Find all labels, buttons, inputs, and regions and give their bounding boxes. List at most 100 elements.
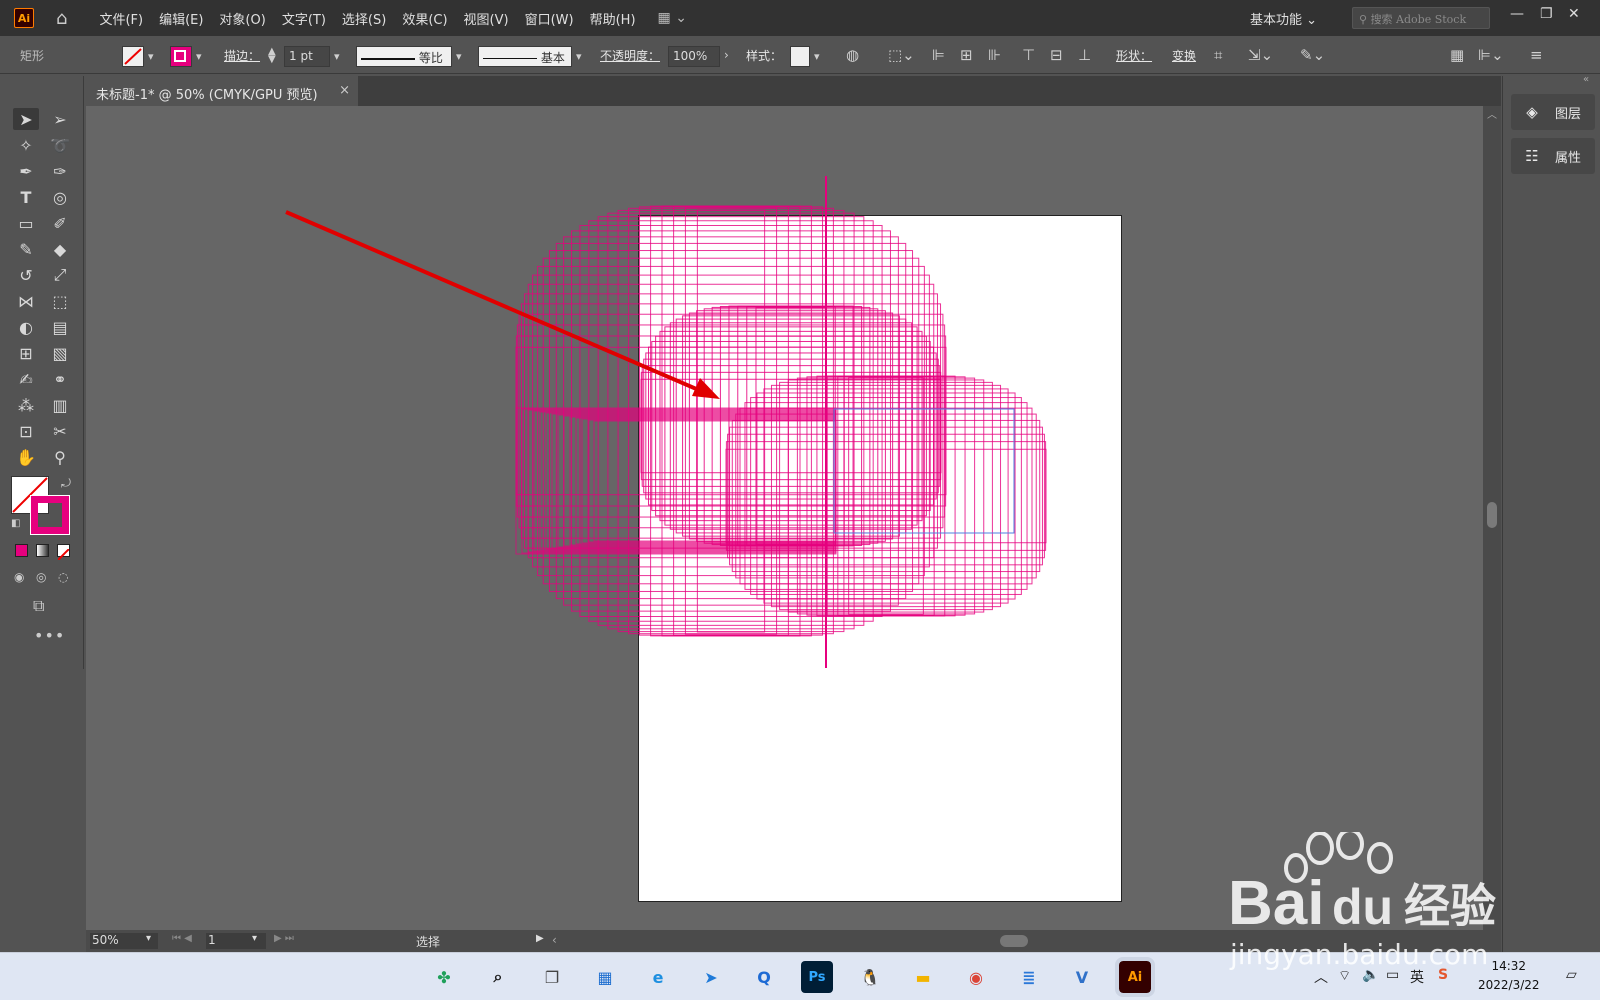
chevron-down-icon[interactable]: ▾ [576, 50, 582, 63]
hand-tool-icon[interactable]: ✋ [13, 446, 39, 468]
panel-menu-icon[interactable]: ⊫⌄ [1478, 46, 1504, 64]
menu-edit[interactable]: 编辑(E) [159, 9, 203, 28]
menu-object[interactable]: 对象(O) [219, 9, 265, 28]
feishu-icon[interactable]: ➤ [695, 961, 727, 993]
start-icon[interactable]: ✤ [428, 961, 460, 993]
chevron-down-icon[interactable]: ▾ [148, 50, 154, 63]
draw-inside-icon[interactable]: ◌ [58, 570, 68, 584]
layers-panel-button[interactable]: ◈ 图层 [1511, 94, 1595, 130]
align-to-icon[interactable]: ⬚⌄ [888, 46, 915, 64]
stroke-profile-select[interactable]: 等比 [356, 46, 452, 67]
horizontal-scrollbar-thumb[interactable] [1000, 935, 1028, 947]
default-colors-icon[interactable]: ◧ [11, 518, 20, 529]
first-artboard-icon[interactable]: ⏮ ◀ [172, 933, 192, 944]
visio-icon[interactable]: V [1066, 961, 1098, 993]
symbol-sprayer-tool-icon[interactable]: ⁂ [13, 394, 39, 416]
qq-icon[interactable]: 🐧 [854, 961, 886, 993]
clock[interactable]: 14:32 2022/3/22 [1478, 957, 1540, 995]
vertical-scrollbar-thumb[interactable] [1487, 502, 1497, 528]
slice-tool-icon[interactable]: ✂ [47, 420, 73, 442]
chevron-right-icon[interactable]: › [724, 48, 729, 62]
stroke-label[interactable]: 描边： [224, 47, 260, 64]
illustrator-icon[interactable]: Ai [1115, 957, 1155, 997]
screen-mode-icon[interactable]: ⧉ [33, 596, 44, 616]
chrome-icon[interactable]: ◉ [960, 961, 992, 993]
shape-builder-tool-icon[interactable]: ◐ [13, 316, 39, 338]
chevron-down-icon[interactable]: ▾ [814, 50, 820, 63]
gradient-mode-icon[interactable] [36, 544, 49, 557]
mesh-tool-icon[interactable]: ⊞ [13, 342, 39, 364]
artwork-layer[interactable] [86, 106, 1483, 930]
tray-overflow-icon[interactable]: ︿ [1314, 967, 1328, 987]
rectangle-tool-icon[interactable]: ▭ [13, 212, 39, 234]
chevron-down-icon[interactable]: ▾ [456, 50, 462, 63]
none-mode-icon[interactable] [57, 544, 70, 561]
stroke-color-box[interactable] [30, 495, 70, 535]
brush-definition-select[interactable]: 基本 [478, 46, 572, 67]
opacity-input[interactable]: 100% [668, 46, 720, 67]
explorer-icon[interactable]: ▬ [907, 961, 939, 993]
more-tools-icon[interactable]: ••• [34, 626, 65, 645]
wifi-icon[interactable]: ⌔ [1338, 967, 1351, 985]
transform-label[interactable]: 变换 [1172, 47, 1196, 64]
paintbrush-tool-icon[interactable]: ✐ [47, 212, 73, 234]
graphic-style-swatch[interactable] [790, 46, 810, 67]
blend-tool-icon[interactable]: ⚭ [47, 368, 73, 390]
arrange-documents-icon[interactable]: ▦ ⌄ [658, 10, 687, 26]
notification-icon[interactable]: ▱ [1566, 967, 1577, 983]
draw-behind-icon[interactable]: ◎ [36, 570, 46, 584]
stroke-weight-input[interactable]: 1 pt [284, 46, 330, 67]
widgets-icon[interactable]: ▦ [589, 961, 621, 993]
fill-swatch[interactable] [122, 46, 144, 67]
close-tab-icon[interactable]: × [339, 83, 350, 98]
curvature-tool-icon[interactable]: ✑ [47, 160, 73, 182]
taskview-icon[interactable]: ❐ [536, 961, 568, 993]
chevron-down-icon[interactable]: ▾ [196, 50, 202, 63]
stroke-swatch[interactable] [170, 46, 192, 67]
last-artboard-icon[interactable]: ▶ ⏭ [274, 933, 294, 944]
shape-label[interactable]: 形状： [1116, 47, 1152, 64]
edit-toolbar-icon[interactable]: ✎⌄ [1300, 46, 1325, 64]
menu-effect[interactable]: 效果(C) [402, 9, 447, 28]
color-mode-icon[interactable] [15, 544, 28, 557]
stock-search-input[interactable]: ⚲ 搜索 Adobe Stock [1352, 7, 1490, 29]
scale-tool-icon[interactable]: ⤢ [47, 264, 73, 286]
perspective-grid-tool-icon[interactable]: ▤ [47, 316, 73, 338]
battery-icon[interactable]: ▭ [1386, 967, 1399, 983]
ime-indicator[interactable]: 英 [1410, 967, 1424, 987]
photoshop-icon[interactable]: Ps [801, 961, 833, 993]
stroke-stepper-icon[interactable]: ▲ ▼ [268, 47, 276, 65]
menu-type[interactable]: 文字(T) [282, 9, 326, 28]
swap-colors-icon[interactable]: ⤾ [61, 476, 71, 491]
volume-icon[interactable]: 🔈 [1362, 967, 1379, 983]
magic-wand-tool-icon[interactable]: ✧ [13, 134, 39, 156]
maximize-icon[interactable]: ❐ [1540, 6, 1553, 22]
align-top-icon[interactable]: ⊤ [1022, 46, 1035, 64]
close-window-icon[interactable]: ✕ [1568, 6, 1580, 22]
recolor-artwork-icon[interactable]: ◍ [846, 46, 859, 64]
graph-tool-icon[interactable]: ▥ [47, 394, 73, 416]
home-icon[interactable]: ⌂ [56, 8, 67, 29]
menu-view[interactable]: 视图(V) [464, 9, 509, 28]
canvas[interactable] [86, 106, 1483, 930]
align-vcenter-icon[interactable]: ⊟ [1050, 46, 1063, 64]
qq-browser-icon[interactable]: Q [748, 961, 780, 993]
width-tool-icon[interactable]: ⋈ [13, 290, 39, 312]
artboard-tool-icon[interactable]: ⊡ [13, 420, 39, 442]
gradient-tool-icon[interactable]: ▧ [47, 342, 73, 364]
rotate-tool-icon[interactable]: ↺ [13, 264, 39, 286]
chevron-down-icon[interactable]: ▾ [146, 933, 151, 944]
hamburger-menu-icon[interactable]: ≡ [1530, 46, 1543, 64]
sogou-ime-icon[interactable]: S [1438, 967, 1448, 983]
collapse-panels-icon[interactable]: « [1583, 74, 1589, 85]
pen-tool-icon[interactable]: ✒ [13, 160, 39, 182]
zoom-tool-icon[interactable]: ⚲ [47, 446, 73, 468]
direct-selection-tool-icon[interactable]: ➢ [47, 108, 73, 130]
free-transform-tool-icon[interactable]: ⬚ [47, 290, 73, 312]
menu-select[interactable]: 选择(S) [342, 9, 386, 28]
status-menu-icon[interactable]: ▶ [536, 933, 544, 944]
eyedropper-tool-icon[interactable]: ✍ [13, 368, 39, 390]
draw-normal-icon[interactable]: ◉ [14, 570, 24, 584]
search-icon[interactable]: ⌕ [482, 961, 514, 993]
properties-panel-button[interactable]: ☷ 属性 [1511, 138, 1595, 174]
